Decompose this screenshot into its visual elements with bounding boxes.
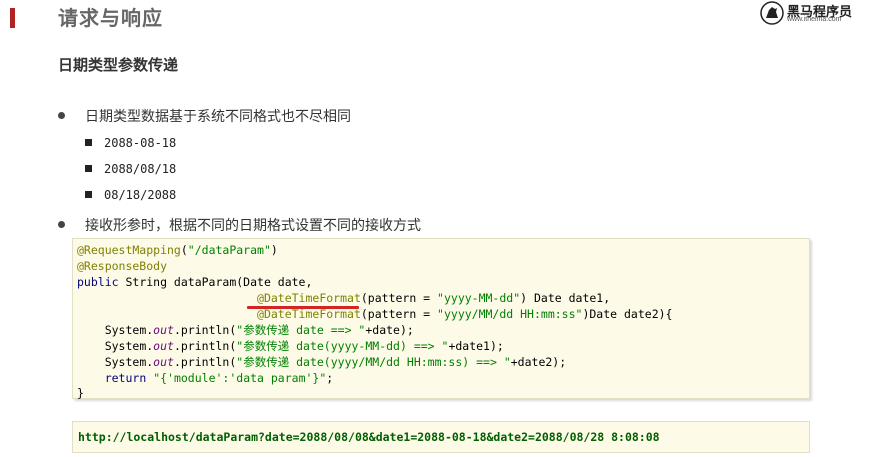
code-line: public String dataParam(Date date, — [77, 275, 313, 289]
title-accent-bar — [10, 8, 15, 28]
code-line: @ResponseBody — [77, 259, 168, 273]
code-line: @DateTimeFormat(pattern = "yyyy-MM-dd") … — [257, 291, 611, 305]
code-line: System.out.println("参数传递 date(yyyy-MM-dd… — [104, 339, 504, 353]
section-subtitle: 日期类型参数传递 — [58, 56, 179, 74]
square-bullet-icon — [85, 139, 92, 146]
code-line: } — [77, 386, 84, 400]
bullet-dot-icon — [58, 221, 65, 228]
bullet-text: 接收形参时，根据不同的日期格式设置不同的接收方式 — [85, 218, 421, 234]
logo-url: www.itheima.com — [787, 16, 842, 23]
code-line: @RequestMapping("/dataParam") — [77, 243, 278, 257]
bullet-dot-icon — [58, 112, 65, 119]
horse-logo-icon — [760, 1, 784, 25]
code-line: return "{'module':'data param'}"; — [104, 371, 334, 385]
date-format-example: 2088-08-18 — [104, 136, 177, 150]
annotation-underline — [247, 306, 359, 309]
brand-logo: 黑马程序员 www.itheima.com — [760, 0, 872, 28]
date-format-example: 08/18/2088 — [104, 188, 177, 202]
slide-title: 请求与响应 — [58, 6, 163, 30]
code-line: System.out.println("参数传递 date ==> "+date… — [104, 323, 414, 337]
square-bullet-icon — [85, 165, 92, 172]
request-url: http://localhost/dataParam?date=2088/08/… — [78, 430, 660, 444]
code-block: @RequestMapping("/dataParam") @ResponseB… — [72, 238, 810, 400]
date-format-example: 2088/08/18 — [104, 162, 177, 176]
url-example-box: http://localhost/dataParam?date=2088/08/… — [72, 421, 810, 453]
square-bullet-icon — [85, 191, 92, 198]
bullet-text: 日期类型数据基于系统不同格式也不尽相同 — [85, 109, 351, 125]
code-line: @DateTimeFormat(pattern = "yyyy/MM/dd HH… — [257, 307, 673, 321]
code-line: System.out.println("参数传递 date(yyyy/MM/dd… — [104, 355, 567, 369]
